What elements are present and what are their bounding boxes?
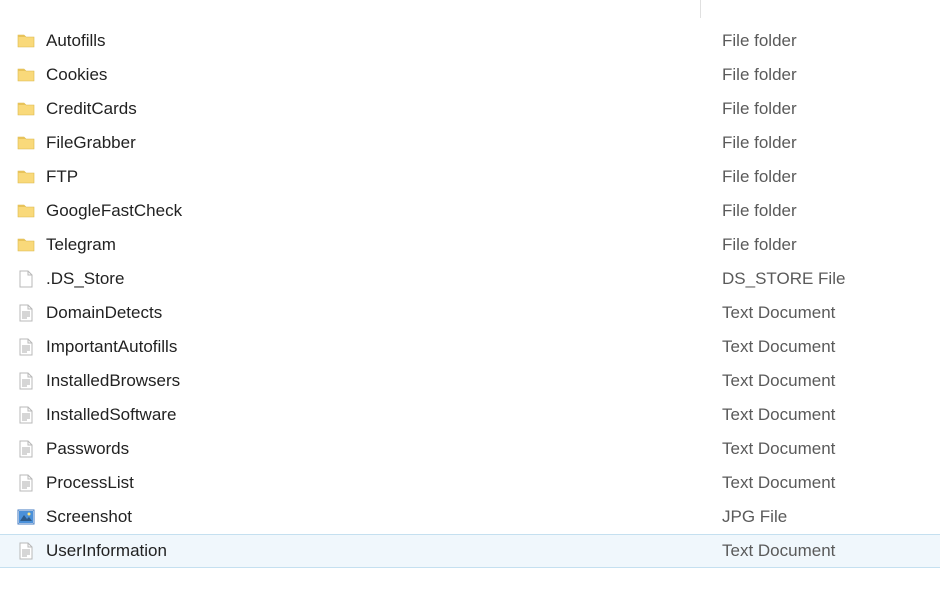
file-name: UserInformation	[46, 541, 722, 561]
file-type: Text Document	[722, 371, 940, 391]
file-name: GoogleFastCheck	[46, 201, 722, 221]
file-name: Autofills	[46, 31, 722, 51]
file-row[interactable]: ImportantAutofills Text Document	[0, 330, 940, 364]
file-type: File folder	[722, 133, 940, 153]
folder-icon	[16, 99, 36, 119]
file-row[interactable]: GoogleFastCheck File folder	[0, 194, 940, 228]
file-type: File folder	[722, 201, 940, 221]
column-separator	[700, 0, 701, 18]
text-file-icon	[16, 371, 36, 391]
file-row[interactable]: CreditCards File folder	[0, 92, 940, 126]
image-file-icon	[16, 507, 36, 527]
file-type: File folder	[722, 167, 940, 187]
file-row[interactable]: Autofills File folder	[0, 24, 940, 58]
file-type: JPG File	[722, 507, 940, 527]
folder-icon	[16, 167, 36, 187]
folder-icon	[16, 201, 36, 221]
text-file-icon	[16, 405, 36, 425]
file-name: DomainDetects	[46, 303, 722, 323]
file-type: File folder	[722, 65, 940, 85]
file-row[interactable]: FileGrabber File folder	[0, 126, 940, 160]
file-type: Text Document	[722, 337, 940, 357]
file-name: CreditCards	[46, 99, 722, 119]
file-row[interactable]: Passwords Text Document	[0, 432, 940, 466]
file-name: Screenshot	[46, 507, 722, 527]
text-file-icon	[16, 439, 36, 459]
file-name: Passwords	[46, 439, 722, 459]
file-type: Text Document	[722, 439, 940, 459]
file-name: ImportantAutofills	[46, 337, 722, 357]
folder-icon	[16, 65, 36, 85]
file-type: File folder	[722, 99, 940, 119]
folder-icon	[16, 31, 36, 51]
file-row[interactable]: Telegram File folder	[0, 228, 940, 262]
file-type: Text Document	[722, 303, 940, 323]
text-file-icon	[16, 473, 36, 493]
file-row[interactable]: InstalledSoftware Text Document	[0, 398, 940, 432]
file-name: InstalledSoftware	[46, 405, 722, 425]
file-type: Text Document	[722, 473, 940, 493]
text-file-icon	[16, 541, 36, 561]
file-type: File folder	[722, 235, 940, 255]
file-name: FileGrabber	[46, 133, 722, 153]
file-type: Text Document	[722, 541, 940, 561]
folder-icon	[16, 133, 36, 153]
file-name: InstalledBrowsers	[46, 371, 722, 391]
file-type: File folder	[722, 31, 940, 51]
text-file-icon	[16, 303, 36, 323]
file-explorer-pane: Autofills File folder Cookies File folde…	[0, 0, 940, 606]
text-file-icon	[16, 337, 36, 357]
file-row[interactable]: DomainDetects Text Document	[0, 296, 940, 330]
file-type: DS_STORE File	[722, 269, 940, 289]
file-row[interactable]: UserInformation Text Document	[0, 534, 940, 568]
file-row[interactable]: Cookies File folder	[0, 58, 940, 92]
file-name: FTP	[46, 167, 722, 187]
file-row[interactable]: ProcessList Text Document	[0, 466, 940, 500]
blank-file-icon	[16, 269, 36, 289]
file-name: .DS_Store	[46, 269, 722, 289]
file-name: Cookies	[46, 65, 722, 85]
file-list: Autofills File folder Cookies File folde…	[0, 0, 940, 568]
file-name: Telegram	[46, 235, 722, 255]
file-name: ProcessList	[46, 473, 722, 493]
file-row[interactable]: Screenshot JPG File	[0, 500, 940, 534]
folder-icon	[16, 235, 36, 255]
file-row[interactable]: InstalledBrowsers Text Document	[0, 364, 940, 398]
file-row[interactable]: .DS_Store DS_STORE File	[0, 262, 940, 296]
file-type: Text Document	[722, 405, 940, 425]
file-row[interactable]: FTP File folder	[0, 160, 940, 194]
